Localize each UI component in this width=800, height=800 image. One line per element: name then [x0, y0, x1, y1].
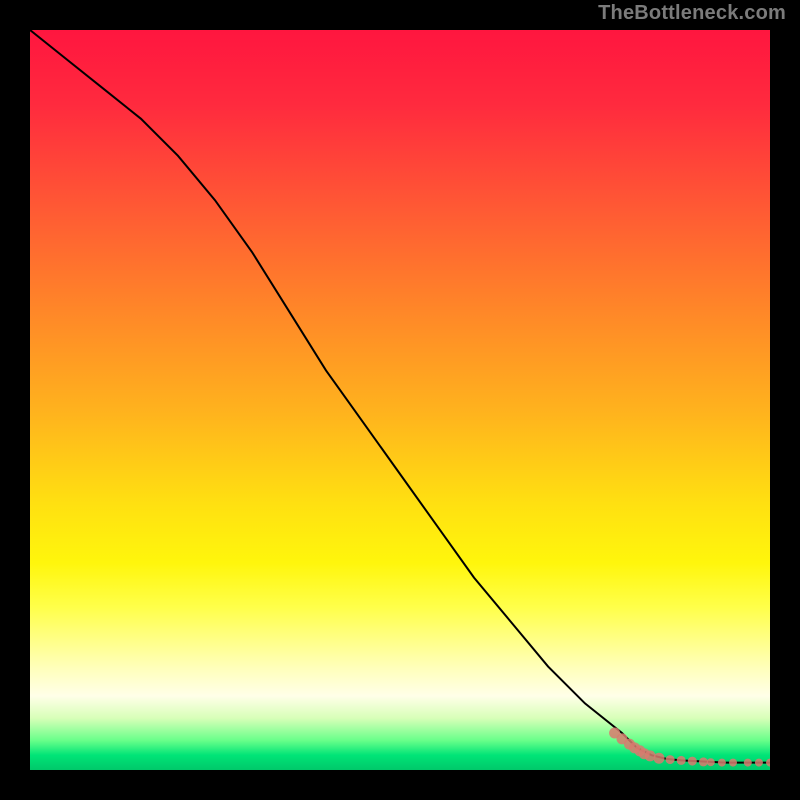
watermark-text: TheBottleneck.com [598, 2, 786, 25]
data-point [707, 758, 715, 766]
data-point [677, 756, 686, 765]
data-point [744, 759, 752, 767]
data-point [699, 757, 708, 766]
data-point [718, 759, 726, 767]
data-point [766, 759, 770, 767]
chart-overlay [30, 30, 770, 770]
data-point [666, 755, 675, 764]
bottleneck-curve [30, 30, 770, 763]
tail-data-points [609, 728, 770, 767]
data-point [755, 759, 763, 767]
data-point [688, 757, 697, 766]
data-point [654, 753, 665, 764]
chart-frame: TheBottleneck.com [0, 0, 800, 800]
data-point [729, 759, 737, 767]
